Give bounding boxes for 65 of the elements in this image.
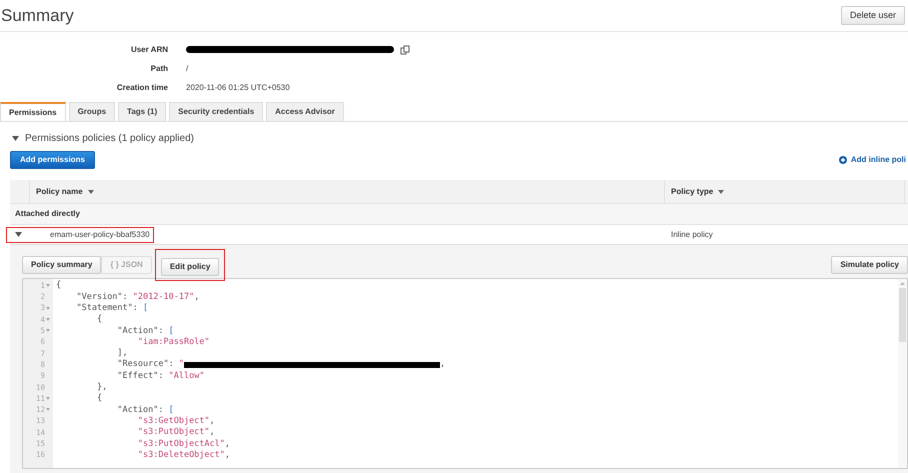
copy-icon[interactable] bbox=[400, 44, 410, 54]
code-token: ], bbox=[117, 349, 128, 358]
code-token: "s3:PutObjectAcl" bbox=[138, 440, 225, 448]
code-token: "Allow" bbox=[168, 372, 204, 380]
field-label: User ARN bbox=[130, 44, 168, 56]
code-token: [ bbox=[143, 304, 148, 312]
simulate-policy-button[interactable]: Simulate policy bbox=[831, 256, 908, 274]
code-token: [ bbox=[168, 406, 174, 414]
fold-arrow-icon[interactable] bbox=[46, 318, 50, 322]
sort-caret-icon[interactable] bbox=[88, 190, 94, 194]
code-token: "iam:PassRole" bbox=[138, 338, 210, 346]
expand-caret-icon[interactable] bbox=[15, 232, 22, 237]
fold-arrow-icon[interactable] bbox=[46, 306, 50, 310]
group-label: Attached directly bbox=[15, 208, 80, 220]
code-token: , bbox=[194, 292, 200, 302]
code-token: , bbox=[224, 450, 230, 460]
policy-type: Inline policy bbox=[670, 228, 713, 240]
fold-arrow-icon[interactable] bbox=[46, 397, 50, 400]
code-token: "2012-10-17" bbox=[132, 292, 194, 302]
sort-caret-icon[interactable] bbox=[718, 190, 724, 194]
code-token: "Statement": bbox=[76, 304, 139, 312]
code-token: { bbox=[96, 315, 102, 324]
scroll-up-icon[interactable] bbox=[900, 282, 905, 285]
add-permissions-button[interactable]: Add permissions bbox=[10, 151, 95, 169]
delete-user-button[interactable]: Delete user bbox=[840, 6, 905, 25]
code-token: "Action": bbox=[117, 406, 164, 414]
fold-arrow-icon[interactable] bbox=[46, 408, 50, 412]
code-token: { bbox=[56, 281, 62, 290]
code-token: "s3:GetObject" bbox=[138, 416, 210, 426]
code-token: , bbox=[210, 416, 215, 426]
edit-policy-button[interactable]: Edit policy bbox=[160, 258, 220, 276]
plus-circle-icon[interactable] bbox=[838, 156, 847, 164]
tab[interactable]: Permissions bbox=[0, 102, 66, 121]
view-tab[interactable]: Policy summary bbox=[22, 256, 102, 274]
code-token: " bbox=[178, 360, 184, 369]
tab[interactable]: Tags (1) bbox=[118, 102, 166, 121]
field-value: 2020-11-06 01:25 UTC+0530 bbox=[186, 82, 290, 94]
code-token: "s3:PutObject" bbox=[138, 428, 210, 437]
field-label: Creation time bbox=[116, 82, 168, 94]
section-title: Permissions policies (1 policy applied) bbox=[25, 132, 194, 146]
fold-arrow-icon[interactable] bbox=[46, 329, 50, 332]
code-token: "Resource": bbox=[117, 360, 175, 369]
page-title: Summary bbox=[1, 4, 74, 27]
code-token: [ bbox=[168, 326, 174, 336]
column-header[interactable]: Policy type bbox=[671, 186, 724, 198]
code-token: { bbox=[96, 394, 102, 403]
tab[interactable]: Security credentials bbox=[169, 102, 264, 121]
code-token: , bbox=[440, 360, 446, 369]
code-token: "s3:DeleteObject" bbox=[138, 450, 225, 460]
scrollbar-thumb[interactable] bbox=[899, 288, 906, 342]
code-token: "Version": bbox=[76, 292, 129, 302]
expand-caret-icon[interactable] bbox=[12, 136, 19, 140]
column-header[interactable]: Policy name bbox=[36, 186, 94, 198]
code-token: }, bbox=[96, 383, 108, 392]
policy-name[interactable]: emam-user-policy-bbaf5330 bbox=[50, 228, 150, 240]
fold-arrow-icon[interactable] bbox=[46, 284, 50, 288]
code-token: , bbox=[210, 428, 215, 437]
code-token: "Action": bbox=[117, 326, 164, 336]
field-value: / bbox=[186, 62, 188, 74]
tab[interactable]: Groups bbox=[68, 102, 116, 121]
tab[interactable]: Access Advisor bbox=[266, 102, 344, 121]
field-label: Path bbox=[150, 62, 168, 74]
code-token: "Effect": bbox=[117, 372, 164, 380]
add-inline-policy-link[interactable]: Add inline poli bbox=[850, 154, 906, 166]
code-token: , bbox=[224, 440, 230, 448]
